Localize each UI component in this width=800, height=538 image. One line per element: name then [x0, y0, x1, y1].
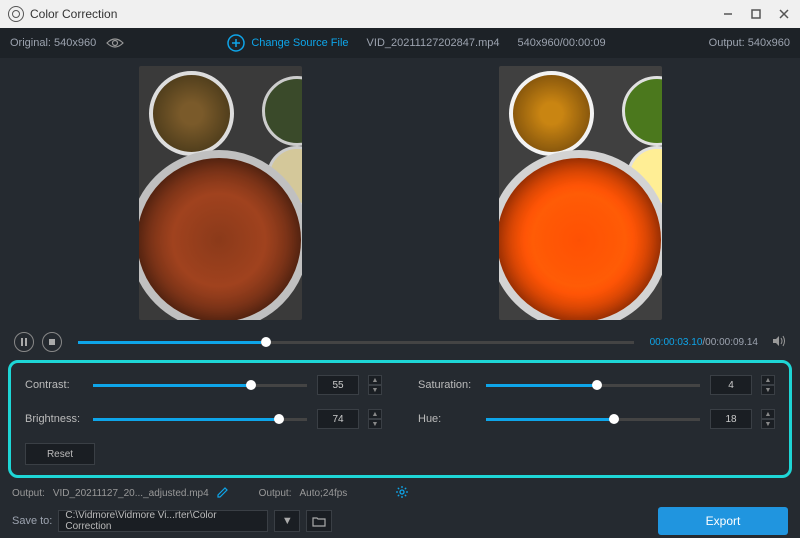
hue-knob[interactable]	[609, 414, 619, 424]
total-time: /00:00:09.14	[702, 337, 758, 348]
timecode: 00:00:03.10/00:00:09.14	[650, 337, 758, 348]
contrast-up[interactable]: ▲	[368, 375, 382, 385]
saturation-value[interactable]: 4	[710, 375, 752, 395]
contrast-slider[interactable]	[93, 384, 307, 387]
saturation-label: Saturation:	[418, 379, 476, 391]
saturation-control: Saturation: 4 ▲ ▼	[418, 375, 775, 395]
brightness-control: Brightness: 74 ▲ ▼	[25, 409, 382, 429]
contrast-control: Contrast: 55 ▲ ▼	[25, 375, 382, 395]
brightness-up[interactable]: ▲	[368, 409, 382, 419]
saturation-up[interactable]: ▲	[761, 375, 775, 385]
output-settings-icon[interactable]	[395, 485, 409, 502]
reset-button[interactable]: Reset	[25, 443, 95, 465]
titlebar: Color Correction	[0, 0, 800, 28]
app-logo-icon	[8, 6, 24, 22]
minimize-button[interactable]	[720, 6, 736, 22]
save-to-label: Save to:	[12, 515, 52, 527]
hue-control: Hue: 18 ▲ ▼	[418, 409, 775, 429]
timeline-thumb[interactable]	[261, 337, 271, 347]
contrast-knob[interactable]	[246, 380, 256, 390]
preview-original	[139, 66, 302, 320]
output-dimensions: Output: 540x960	[709, 37, 790, 49]
original-dimensions: Original: 540x960	[10, 37, 96, 49]
save-path-dropdown[interactable]: ▼	[274, 510, 300, 532]
timeline-slider[interactable]	[78, 341, 634, 344]
preview-area	[0, 58, 800, 328]
hue-slider[interactable]	[486, 418, 700, 421]
maximize-button[interactable]	[748, 6, 764, 22]
stop-button[interactable]	[42, 332, 62, 352]
open-folder-button[interactable]	[306, 510, 332, 532]
output-info-row: Output: VID_20211127_20..._adjusted.mp4 …	[0, 482, 800, 504]
preview-eye-icon[interactable]	[106, 37, 124, 49]
change-source-label: Change Source File	[251, 37, 348, 49]
source-filename: VID_20211127202847.mp4	[367, 37, 500, 49]
pause-button[interactable]	[14, 332, 34, 352]
hue-value[interactable]: 18	[710, 409, 752, 429]
edit-filename-icon[interactable]	[217, 486, 229, 501]
top-info-bar: Original: 540x960 Change Source File VID…	[0, 28, 800, 58]
saturation-knob[interactable]	[592, 380, 602, 390]
source-fileinfo: 540x960/00:00:09	[517, 37, 605, 49]
contrast-down[interactable]: ▼	[368, 385, 382, 395]
output-format-label: Output:	[259, 488, 292, 499]
brightness-down[interactable]: ▼	[368, 419, 382, 429]
bottom-row: Save to: C:\Vidmore\Vidmore Vi...rter\Co…	[0, 504, 800, 538]
close-button[interactable]	[776, 6, 792, 22]
brightness-slider[interactable]	[93, 418, 307, 421]
hue-down[interactable]: ▼	[761, 419, 775, 429]
brightness-knob[interactable]	[274, 414, 284, 424]
output-file-label: Output:	[12, 488, 45, 499]
hue-up[interactable]: ▲	[761, 409, 775, 419]
saturation-down[interactable]: ▼	[761, 385, 775, 395]
brightness-label: Brightness:	[25, 413, 83, 425]
save-path-input[interactable]: C:\Vidmore\Vidmore Vi...rter\Color Corre…	[58, 510, 268, 532]
export-button[interactable]: Export	[658, 507, 788, 535]
correction-panel: Contrast: 55 ▲ ▼ Saturation: 4 ▲ ▼	[8, 360, 792, 478]
contrast-value[interactable]: 55	[317, 375, 359, 395]
hue-label: Hue:	[418, 413, 476, 425]
output-filename: VID_20211127_20..._adjusted.mp4	[53, 488, 209, 499]
saturation-slider[interactable]	[486, 384, 700, 387]
contrast-label: Contrast:	[25, 379, 83, 391]
output-format-value: Auto;24fps	[299, 488, 347, 499]
window-title: Color Correction	[30, 7, 720, 21]
brightness-value[interactable]: 74	[317, 409, 359, 429]
plus-circle-icon	[227, 34, 245, 52]
preview-output	[499, 66, 662, 320]
playbar: 00:00:03.10/00:00:09.14	[0, 328, 800, 356]
current-time: 00:00:03.10	[650, 337, 703, 348]
volume-icon[interactable]	[772, 335, 786, 350]
change-source-button[interactable]: Change Source File	[227, 34, 348, 52]
